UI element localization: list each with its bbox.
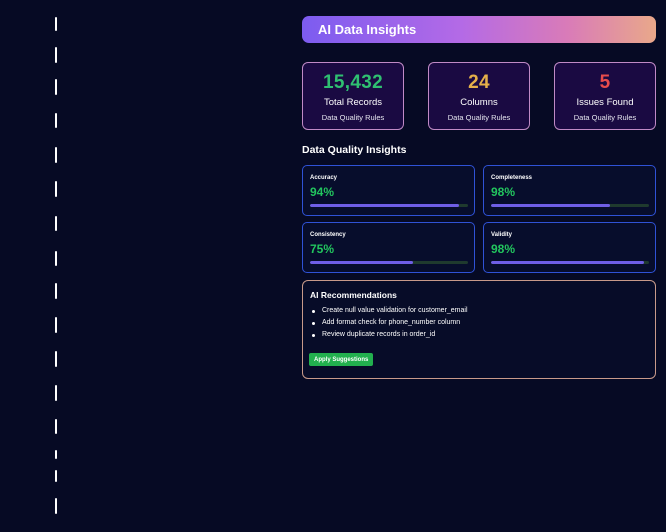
- stat-card-columns: 24 Columns Data Quality Rules: [428, 62, 530, 130]
- metric-name: Validity: [491, 232, 513, 238]
- metric-value: 94%: [310, 185, 335, 199]
- ruler-tick: [55, 113, 57, 128]
- progress-fill: [310, 261, 413, 264]
- ruler-tick: [55, 283, 57, 299]
- insights-section-title: Data Quality Insights: [302, 144, 407, 156]
- bullet-icon: [312, 309, 315, 313]
- stat-subtitle: Data Quality Rules: [447, 113, 511, 122]
- progress-fill: [491, 261, 645, 264]
- vertical-tick-ruler: [55, 0, 57, 532]
- stats-row: 15,432 Total Records Data Quality Rules …: [302, 62, 656, 130]
- metric-card-consistency: Consistency 75%: [302, 222, 475, 273]
- metric-name: Completeness: [491, 175, 533, 181]
- metric-value: 98%: [491, 185, 516, 199]
- metrics-grid: Accuracy 94% Completeness 98% Consistenc…: [302, 165, 656, 273]
- ruler-tick: [55, 17, 57, 31]
- list-item: Add format check for phone_number column: [310, 317, 648, 329]
- ruler-tick: [55, 216, 57, 231]
- stat-subtitle: Data Quality Rules: [321, 113, 385, 122]
- ruler-tick: [55, 181, 57, 197]
- recommendation-text: Create null value validation for custome…: [322, 307, 468, 314]
- metric-value: 98%: [491, 242, 516, 256]
- stat-subtitle: Data Quality Rules: [573, 113, 637, 122]
- progress-bar: [491, 204, 649, 207]
- stat-value: 15,432: [323, 72, 383, 93]
- bullet-icon: [312, 333, 315, 337]
- stat-label: Total Records: [323, 97, 383, 108]
- stat-label: Columns: [460, 97, 498, 108]
- stat-label: Issues Found: [576, 97, 634, 108]
- insights-banner: AI Data Insights: [302, 16, 656, 43]
- metric-name: Accuracy: [310, 175, 338, 181]
- ruler-tick: [55, 450, 57, 459]
- ai-recommendations-card: AI Recommendations Create null value val…: [302, 280, 656, 379]
- progress-bar: [310, 261, 468, 264]
- stat-card-total-records: 15,432 Total Records Data Quality Rules: [302, 62, 404, 130]
- ruler-tick: [55, 385, 57, 401]
- stat-value: 24: [468, 72, 490, 93]
- recommendations-list: Create null value validation for custome…: [310, 305, 648, 341]
- ruler-tick: [55, 47, 57, 63]
- metric-card-accuracy: Accuracy 94%: [302, 165, 475, 216]
- recommendation-text: Add format check for phone_number column: [322, 319, 461, 326]
- ruler-tick: [55, 498, 57, 514]
- recommendation-text: Review duplicate records in order_id: [322, 331, 436, 338]
- ruler-tick: [55, 251, 57, 266]
- recommendations-title: AI Recommendations: [310, 290, 397, 300]
- metric-card-completeness: Completeness 98%: [483, 165, 656, 216]
- list-item: Review duplicate records in order_id: [310, 329, 648, 341]
- banner-title: AI Data Insights: [318, 22, 417, 37]
- list-item: Create null value validation for custome…: [310, 305, 648, 317]
- page: AI Data Insights 15,432 Total Records Da…: [0, 0, 666, 532]
- ai-insights-panel: AI Data Insights 15,432 Total Records Da…: [302, 16, 656, 379]
- apply-suggestions-button[interactable]: Apply Suggestions: [309, 353, 374, 366]
- ruler-tick: [55, 351, 57, 367]
- metric-name: Consistency: [310, 232, 346, 238]
- ruler-tick: [55, 419, 57, 434]
- ruler-tick: [55, 79, 57, 95]
- progress-fill: [310, 204, 459, 207]
- bullet-icon: [312, 321, 315, 325]
- progress-fill: [491, 204, 610, 207]
- ruler-tick: [55, 147, 57, 163]
- stat-value: 5: [599, 72, 611, 93]
- progress-bar: [491, 261, 649, 264]
- stat-card-issues-found: 5 Issues Found Data Quality Rules: [554, 62, 656, 130]
- progress-bar: [310, 204, 468, 207]
- metric-value: 75%: [310, 242, 335, 256]
- metric-card-validity: Validity 98%: [483, 222, 656, 273]
- ruler-tick: [55, 317, 57, 333]
- ruler-tick: [55, 470, 57, 482]
